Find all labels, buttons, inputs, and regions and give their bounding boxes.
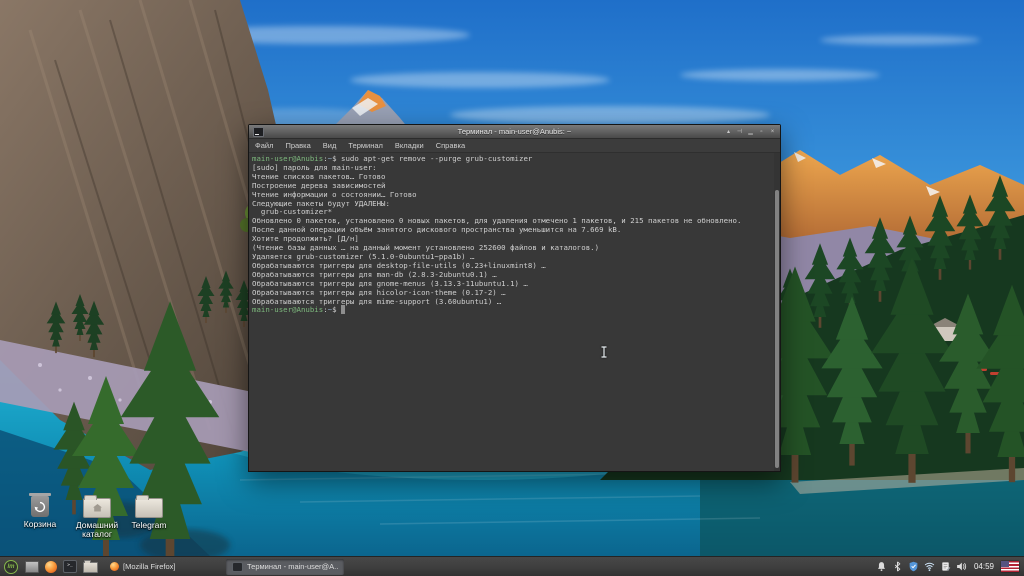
minimize-button[interactable]: ▁: [747, 128, 754, 136]
window-button-label: [Mozilla Firefox]: [123, 562, 176, 571]
terminal-window: Терминал - main-user@Anubis: ~ ▴ ⊣ ▁ ▫ ×…: [248, 124, 781, 472]
terminal-line: main-user@Anubis:~$: [252, 305, 772, 315]
home-emblem-icon: [92, 504, 102, 512]
firefox-icon: [110, 562, 119, 571]
bluetooth-icon[interactable]: [892, 561, 903, 572]
update-shield-icon[interactable]: [908, 561, 919, 572]
shade-button[interactable]: ▴: [725, 128, 732, 136]
desktop-icon-trash[interactable]: Корзина: [8, 493, 72, 529]
trash-icon: [29, 493, 51, 517]
menu-terminal[interactable]: Терминал: [342, 141, 389, 150]
menu-help[interactable]: Справка: [430, 141, 471, 150]
menu-edit[interactable]: Правка: [279, 141, 316, 150]
taskbar: lm >_ [Mozilla Firefox] Терминал - main-…: [0, 556, 1024, 576]
panel-launchers: >_: [25, 560, 98, 573]
scrollbar-thumb[interactable]: [775, 190, 779, 468]
recycle-glyph: [34, 501, 46, 512]
close-button[interactable]: ×: [769, 128, 776, 136]
wifi-icon[interactable]: [924, 561, 935, 572]
menu-view[interactable]: Вид: [317, 141, 343, 150]
pin-button[interactable]: ⊣: [736, 128, 743, 136]
clock[interactable]: 04:59: [974, 562, 994, 571]
taskbar-window-firefox[interactable]: [Mozilla Firefox]: [104, 559, 216, 575]
terminal-menubar: Файл Правка Вид Терминал Вкладки Справка: [249, 139, 780, 153]
terminal-app-icon: [253, 126, 264, 137]
ibeam-cursor: [601, 346, 607, 358]
terminal-scrollbar[interactable]: [774, 153, 780, 471]
window-controls: ▴ ⊣ ▁ ▫ ×: [725, 128, 776, 136]
volume-icon[interactable]: [956, 561, 967, 572]
show-desktop-icon[interactable]: [25, 560, 39, 573]
menu-tabs[interactable]: Вкладки: [389, 141, 430, 150]
files-launcher-icon[interactable]: [83, 560, 98, 573]
maximize-button[interactable]: ▫: [758, 128, 765, 136]
terminal-launcher-icon[interactable]: >_: [63, 560, 77, 573]
window-list: [Mozilla Firefox] Терминал - main-user@A…: [104, 558, 344, 575]
keyboard-layout-flag-icon[interactable]: [1001, 561, 1019, 572]
desktop-icon-label: Корзина: [23, 519, 57, 529]
desktop-icon-telegram[interactable]: Telegram: [117, 495, 181, 530]
taskbar-window-terminal[interactable]: Терминал - main-user@A...: [226, 558, 344, 575]
notes-icon[interactable]: [940, 561, 951, 572]
terminal-output[interactable]: main-user@Anubis:~$ sudo apt-get remove …: [252, 154, 772, 471]
home-folder-icon: [83, 495, 111, 518]
mint-logo-icon: lm: [4, 559, 18, 574]
terminal-title: Терминал - main-user@Anubis: ~: [457, 127, 572, 136]
terminal-icon: [232, 561, 243, 572]
mint-menu-button[interactable]: lm: [0, 557, 22, 576]
firefox-launcher-icon[interactable]: [45, 560, 57, 573]
menu-file[interactable]: Файл: [249, 141, 279, 150]
terminal-titlebar[interactable]: Терминал - main-user@Anubis: ~ ▴ ⊣ ▁ ▫ ×: [249, 125, 780, 139]
notifications-bell-icon[interactable]: [876, 561, 887, 572]
folder-icon: [135, 495, 163, 518]
desktop: Корзина Домашний каталог Telegram Термин…: [0, 0, 1024, 576]
window-button-label: Терминал - main-user@A...: [247, 562, 338, 571]
system-tray: 04:59: [876, 561, 1024, 572]
desktop-icon-label: Telegram: [131, 520, 167, 530]
desktop-icon-label: Домашний каталог: [75, 520, 119, 539]
